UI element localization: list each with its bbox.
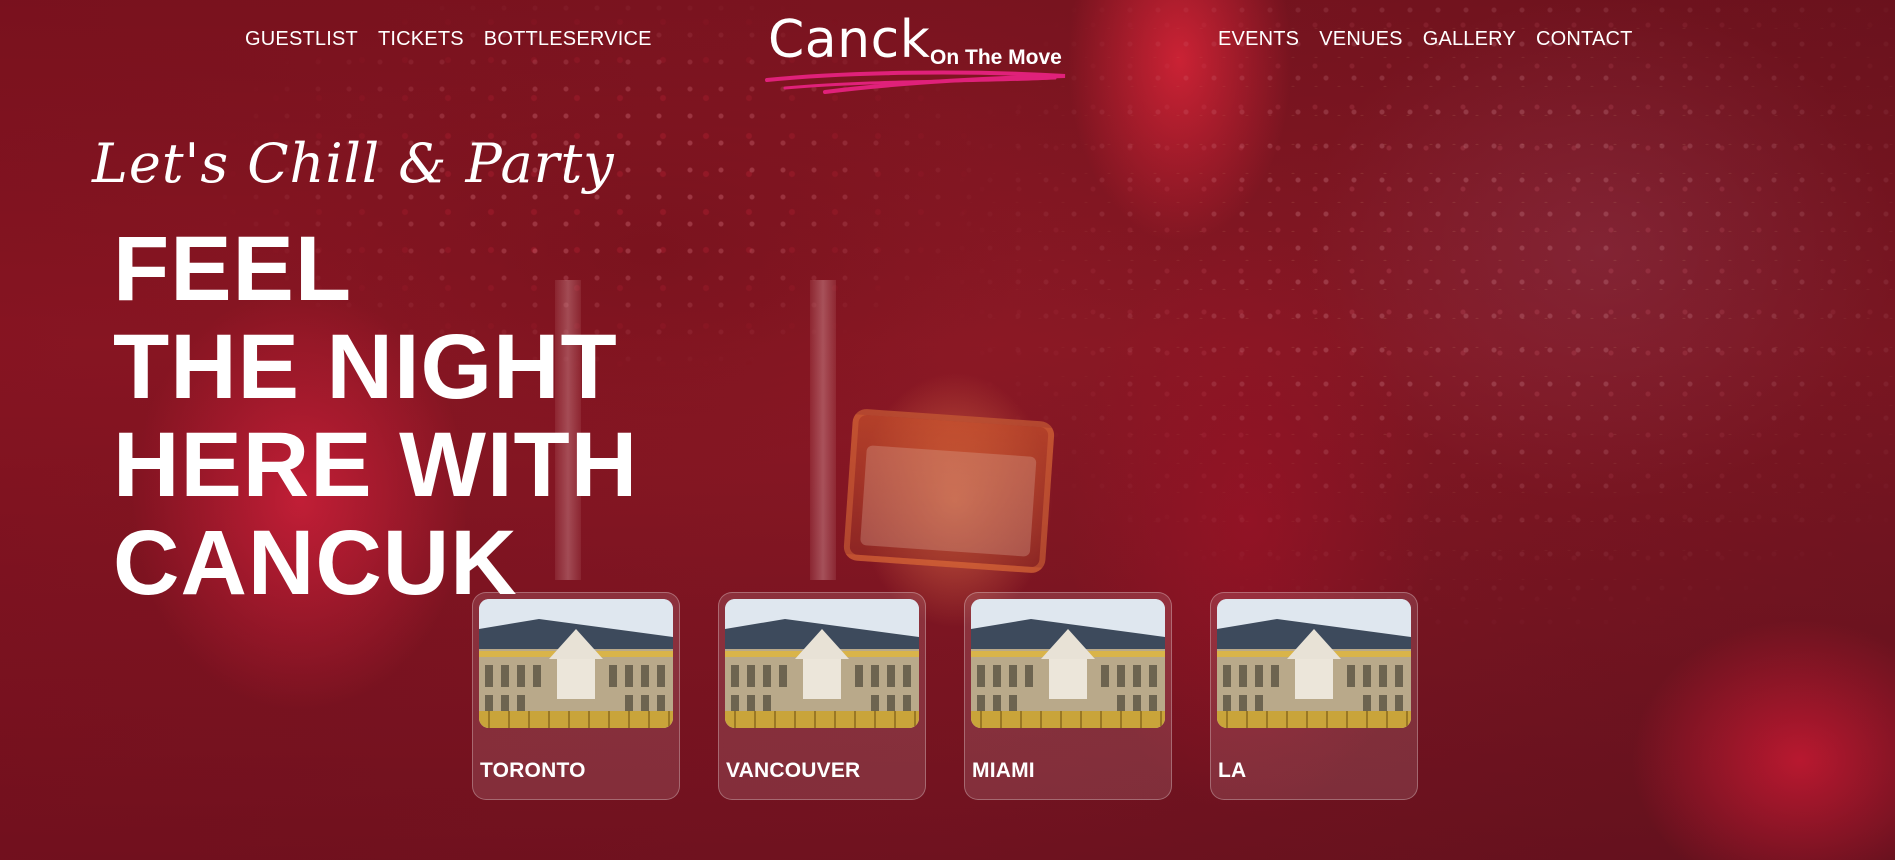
site-logo[interactable]: Canck On The Move [765,10,1085,94]
city-card-title: TORONTO [480,759,586,782]
headline-line: THE NIGHT [113,316,618,418]
palace-photo [479,599,673,728]
nav-item-guestlist[interactable]: GUESTLIST [245,28,358,51]
nav-right: EVENTS VENUES GALLERY CONTACT [1218,28,1633,51]
palace-photo [971,599,1165,728]
headline-line: FEEL [113,218,353,320]
palace-photo [1217,599,1411,728]
nav-item-events[interactable]: EVENTS [1218,28,1299,51]
city-card-title: LA [1218,759,1247,782]
city-card-la[interactable]: LA [1210,592,1418,800]
nav-item-gallery[interactable]: GALLERY [1423,28,1516,51]
city-card-vancouver[interactable]: VANCOUVER [718,592,926,800]
city-cards: TORONTO VANCOUVER MIAMI LA [472,592,1418,800]
nav-item-bottleservice[interactable]: BOTTLESERVICE [484,28,652,51]
city-card-toronto[interactable]: TORONTO [472,592,680,800]
nav-item-contact[interactable]: CONTACT [1536,28,1633,51]
logo-wordmark: Canck [768,10,931,70]
logo-underline-swoosh [765,70,1066,94]
palace-photo [725,599,919,728]
logo-subtitle: On The Move [930,46,1062,69]
nav-item-venues[interactable]: VENUES [1319,28,1402,51]
nav-left: GUESTLIST TICKETS BOTTLESERVICE [245,28,652,51]
hero-tagline: Let's Chill & Party [92,132,615,195]
city-card-miami[interactable]: MIAMI [964,592,1172,800]
nav-item-tickets[interactable]: TICKETS [378,28,464,51]
city-card-title: VANCOUVER [726,759,861,782]
city-card-title: MIAMI [972,759,1035,782]
hero-headline: FEEL THE NIGHT HERE WITH CANCUK [113,220,638,612]
headline-line: HERE WITH [113,414,639,516]
